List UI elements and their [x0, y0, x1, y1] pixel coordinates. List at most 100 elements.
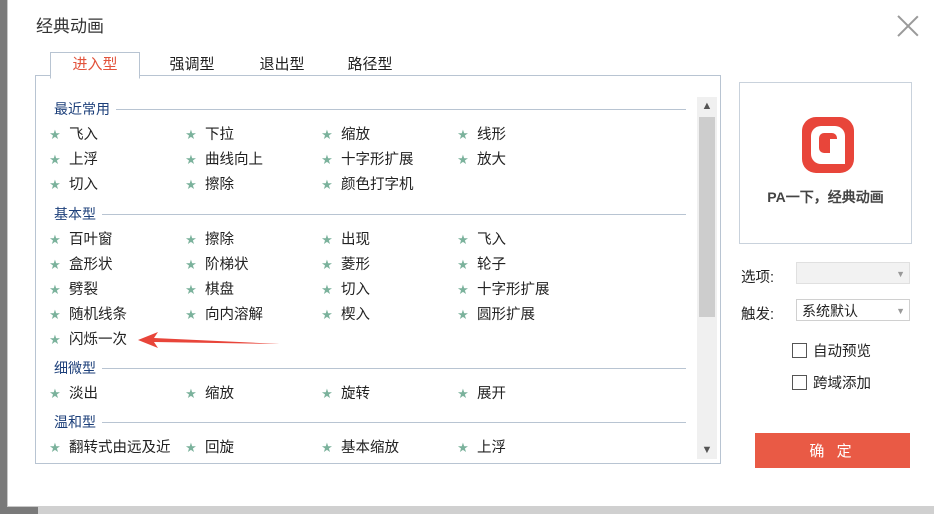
animation-item-label: 线形 — [477, 127, 506, 143]
section-title: 温和型 — [54, 412, 102, 432]
animation-item-label: 翻转式由远及近 — [69, 440, 171, 456]
section-header: 细微型 — [54, 358, 686, 378]
animation-item-label: 棋盘 — [205, 282, 234, 298]
star-icon: ★ — [457, 440, 469, 455]
animation-item[interactable]: ★ 菱形 — [320, 255, 370, 275]
star-icon: ★ — [49, 332, 61, 347]
animation-item[interactable]: ★ 旋转 — [320, 384, 370, 404]
star-icon: ★ — [321, 152, 333, 167]
star-icon: ★ — [49, 307, 61, 322]
pa-logo-icon — [802, 117, 854, 173]
star-icon: ★ — [457, 127, 469, 142]
animation-item[interactable]: ★ 擦除 — [184, 230, 234, 250]
animation-item-label: 切入 — [69, 177, 98, 193]
animation-item-label: 切入 — [341, 282, 370, 298]
animation-item[interactable]: ★ 阶梯状 — [184, 255, 248, 275]
trigger-label: 触发: — [741, 307, 775, 323]
star-icon: ★ — [321, 282, 333, 297]
cross-domain-checkbox[interactable]: 跨域添加 — [792, 375, 871, 393]
animation-item-label: 擦除 — [205, 177, 234, 193]
star-icon: ★ — [49, 232, 61, 247]
animation-item[interactable]: ★ 翻转式由远及近 — [48, 438, 171, 458]
animation-item[interactable]: ★ 基本缩放 — [320, 438, 399, 458]
section-divider — [54, 109, 686, 110]
option-select[interactable]: ▼ — [796, 262, 910, 284]
animation-item[interactable]: ★ 闪烁一次 — [48, 330, 127, 350]
animation-item-label: 基本缩放 — [341, 440, 399, 456]
animation-item[interactable]: ★ 百叶窗 — [48, 230, 113, 250]
checkbox-box[interactable] — [792, 375, 807, 390]
star-icon: ★ — [185, 232, 197, 247]
animation-item[interactable]: ★ 楔入 — [320, 305, 370, 325]
animation-item[interactable]: ★ 曲线向上 — [184, 150, 263, 170]
animation-item[interactable]: ★ 出现 — [320, 230, 370, 250]
animation-item-label: 百叶窗 — [69, 232, 113, 248]
section-divider — [54, 368, 686, 369]
animation-item[interactable]: ★ 劈裂 — [48, 280, 98, 300]
animation-item[interactable]: ★ 向内溶解 — [184, 305, 263, 325]
animation-item[interactable]: ★ 随机线条 — [48, 305, 127, 325]
animation-item[interactable]: ★ 棋盘 — [184, 280, 234, 300]
animation-item[interactable]: ★ 十字形扩展 — [320, 150, 413, 170]
scroll-up-icon[interactable]: ▲ — [697, 97, 717, 115]
animation-item-label: 随机线条 — [69, 307, 127, 323]
star-icon: ★ — [49, 257, 61, 272]
checkbox-box[interactable] — [792, 343, 807, 358]
scrollbar-thumb[interactable] — [699, 117, 715, 317]
animation-item[interactable]: ★ 飞入 — [456, 230, 506, 250]
animation-item[interactable]: ★ 上浮 — [48, 150, 98, 170]
animation-item-label: 缩放 — [341, 127, 370, 143]
animation-item[interactable]: ★ 圆形扩展 — [456, 305, 535, 325]
tab-emphasis[interactable]: 强调型 — [150, 53, 234, 77]
animation-item[interactable]: ★ 飞入 — [48, 125, 98, 145]
tab-exit[interactable]: 退出型 — [240, 53, 324, 77]
star-icon: ★ — [185, 152, 197, 167]
animation-item-label: 旋转 — [341, 386, 370, 402]
animation-item[interactable]: ★ 回旋 — [184, 438, 234, 458]
animation-item[interactable]: ★ 切入 — [48, 175, 98, 195]
preview-caption: PA一下，经典动画 — [767, 189, 884, 205]
red-arrow-icon — [138, 332, 280, 348]
animation-item[interactable]: ★ 放大 — [456, 150, 506, 170]
option-label: 选项: — [741, 270, 775, 286]
animation-item-label: 缩放 — [205, 386, 234, 402]
animation-item[interactable]: ★ 缩放 — [320, 125, 370, 145]
animation-item-label: 擦除 — [205, 232, 234, 248]
chevron-down-icon: ▼ — [896, 306, 905, 316]
animation-item[interactable]: ★ 盒形状 — [48, 255, 112, 275]
animation-item[interactable]: ★ 擦除 — [184, 175, 234, 195]
chevron-down-icon: ▼ — [896, 269, 905, 279]
animation-item-label: 菱形 — [341, 257, 370, 273]
animation-item[interactable]: ★ 切入 — [320, 280, 370, 300]
star-icon: ★ — [321, 440, 333, 455]
tab-entrance[interactable]: 进入型 — [50, 52, 140, 79]
animation-item[interactable]: ★ 轮子 — [456, 255, 506, 275]
animation-item[interactable]: ★ 线形 — [456, 125, 506, 145]
animation-item[interactable]: ★ 缩放 — [184, 384, 234, 404]
tab-path[interactable]: 路径型 — [328, 53, 412, 77]
animation-item-label: 出现 — [341, 232, 370, 248]
animation-item-label: 圆形扩展 — [477, 307, 535, 323]
section-title: 细微型 — [54, 358, 102, 378]
scrollbar[interactable]: ▲ ▼ — [697, 97, 717, 459]
ok-button[interactable]: 确 定 — [755, 433, 910, 468]
star-icon: ★ — [457, 307, 469, 322]
section-header: 温和型 — [54, 412, 686, 432]
animation-item[interactable]: ★ 颜色打字机 — [320, 175, 413, 195]
auto-preview-checkbox[interactable]: 自动预览 — [792, 343, 871, 361]
trigger-select[interactable]: 系统默认 ▼ — [796, 299, 910, 321]
star-icon: ★ — [49, 177, 61, 192]
animation-item-label: 展开 — [477, 386, 506, 402]
animation-item[interactable]: ★ 展开 — [456, 384, 506, 404]
animation-list-panel: ▲ ▼ 最近常用 ★ 飞入 ★ 下拉 ★ 缩放 ★ 线形 ★ 上浮 ★ 曲线向上 ★ 十字形扩展 ★ 放大 ★ 切入… — [35, 75, 721, 464]
animation-item[interactable]: ★ 上浮 — [456, 438, 506, 458]
section-header: 最近常用 — [54, 99, 686, 119]
animation-item[interactable]: ★ 淡出 — [48, 384, 98, 404]
star-icon: ★ — [457, 152, 469, 167]
animation-item[interactable]: ★ 下拉 — [184, 125, 234, 145]
scroll-down-icon[interactable]: ▼ — [697, 441, 717, 459]
animation-item[interactable]: ★ 十字形扩展 — [456, 280, 549, 300]
star-icon: ★ — [321, 177, 333, 192]
close-icon[interactable] — [896, 14, 920, 38]
star-icon: ★ — [185, 282, 197, 297]
